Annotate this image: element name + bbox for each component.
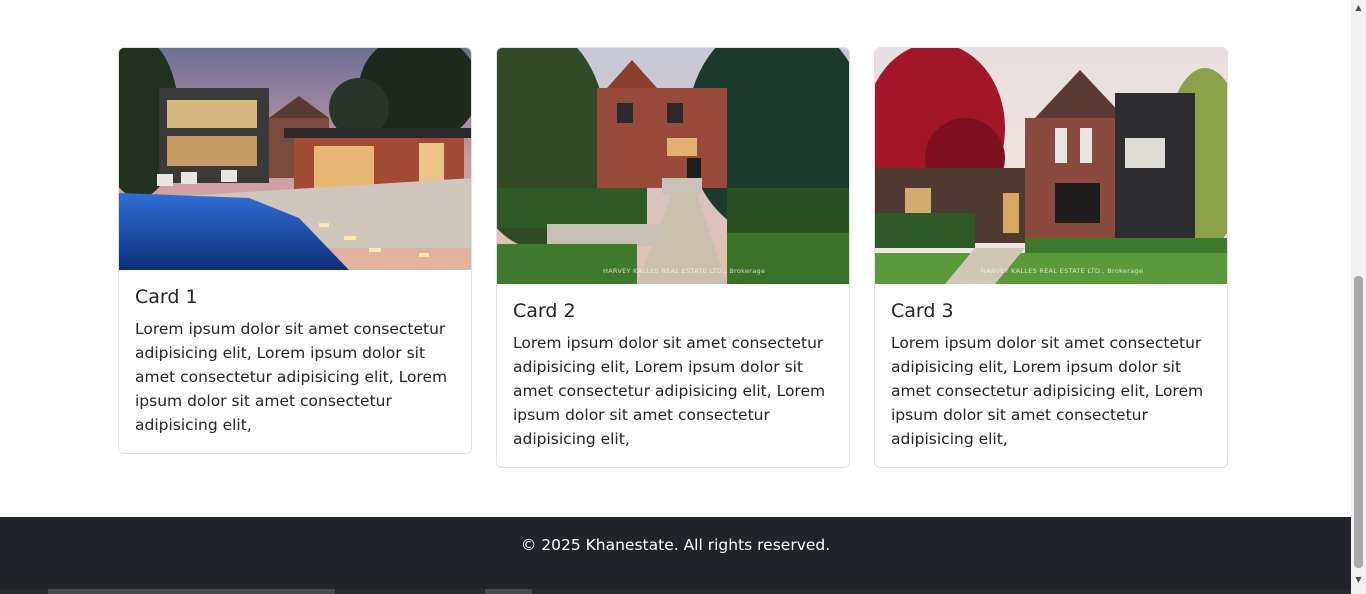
card-3-body: Card 3 Lorem ipsum dolor sit amet consec… (875, 284, 1227, 467)
card-1-image (119, 48, 471, 270)
site-footer: © 2025 Khanestate. All rights reserved. (0, 517, 1351, 589)
card-2-title: Card 2 (513, 300, 576, 322)
card-2-body: Card 2 Lorem ipsum dolor sit amet consec… (497, 284, 849, 467)
scroll-down-arrow-icon[interactable]: ▼ (1351, 572, 1366, 586)
taskbar-window[interactable] (485, 589, 532, 594)
taskbar (0, 589, 1351, 594)
card-2-image-watermark: HARVEY KALLES REAL ESTATE LTD., Brokerag… (603, 267, 766, 275)
card-3-image-watermark: HARVEY KALLES REAL ESTATE LTD., Brokerag… (981, 267, 1144, 275)
card-2-text: Lorem ipsum dolor sit amet consectetur a… (513, 333, 826, 448)
footer-copyright: © 2025 Khanestate. All rights reserved. (520, 536, 831, 554)
card-row: Card 1 Lorem ipsum dolor sit amet consec… (118, 47, 1234, 468)
vertical-scrollbar[interactable]: ▲ ▼ (1351, 0, 1366, 594)
card-2: HARVEY KALLES REAL ESTATE LTD., Brokerag… (496, 47, 850, 468)
card-1-text: Lorem ipsum dolor sit amet consectetur a… (135, 319, 448, 434)
card-3-image: HARVEY KALLES REAL ESTATE LTD., Brokerag… (875, 48, 1227, 284)
page-viewport: Card 1 Lorem ipsum dolor sit amet consec… (0, 0, 1351, 594)
card-3: HARVEY KALLES REAL ESTATE LTD., Brokerag… (874, 47, 1228, 468)
card-1-title: Card 1 (135, 286, 198, 308)
scroll-thumb[interactable] (1354, 276, 1363, 568)
card-1: Card 1 Lorem ipsum dolor sit amet consec… (118, 47, 472, 454)
card-3-title: Card 3 (891, 300, 954, 322)
card-1-body: Card 1 Lorem ipsum dolor sit amet consec… (119, 270, 471, 453)
card-3-text: Lorem ipsum dolor sit amet consectetur a… (891, 333, 1204, 448)
card-2-image: HARVEY KALLES REAL ESTATE LTD., Brokerag… (497, 48, 849, 284)
scroll-up-arrow-icon[interactable]: ▲ (1351, 0, 1366, 14)
taskbar-window[interactable] (48, 589, 335, 594)
